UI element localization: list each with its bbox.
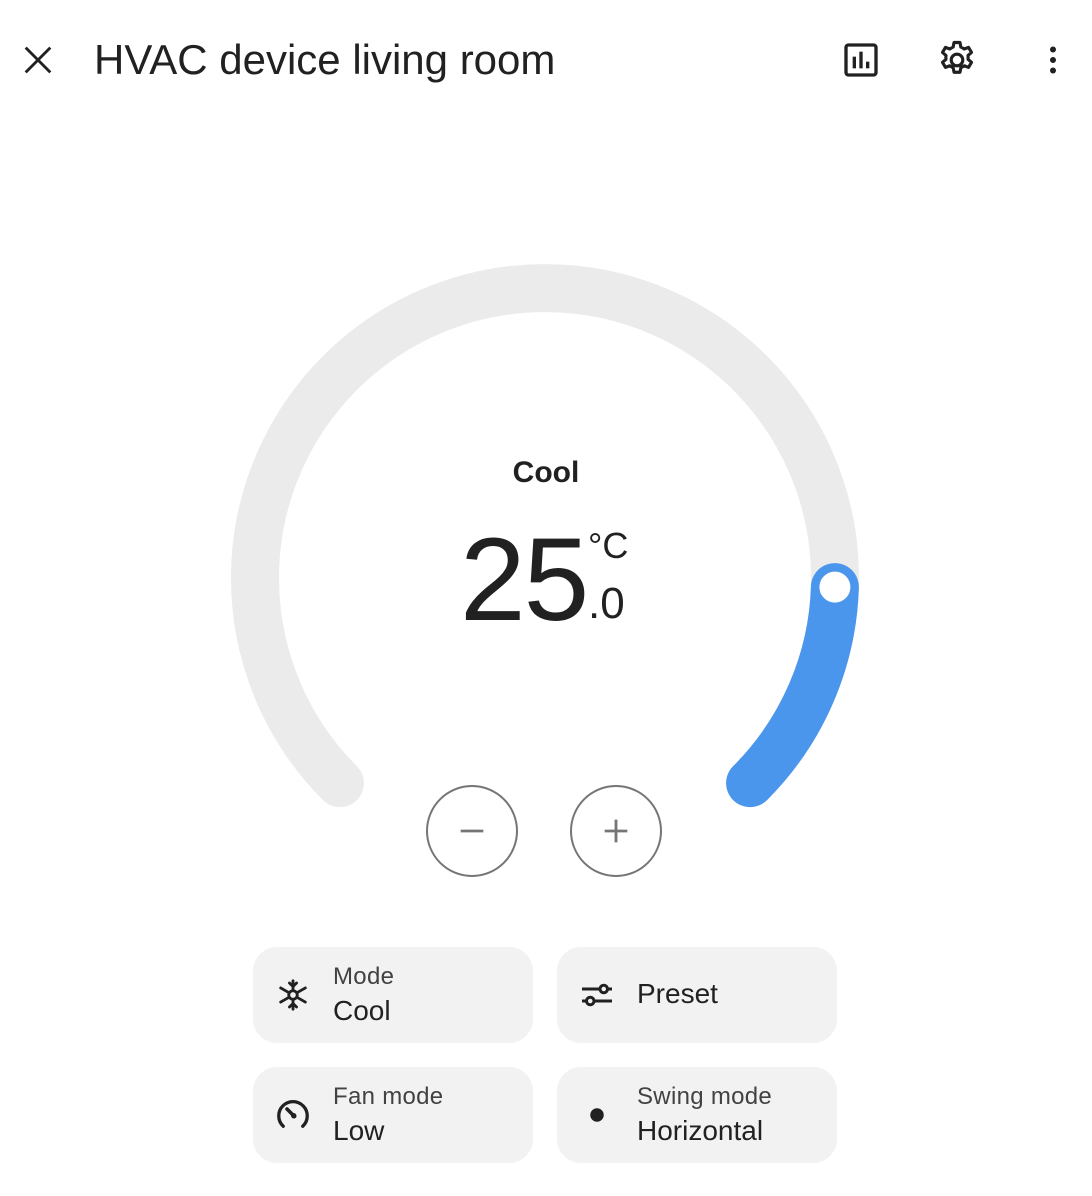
- tune-icon: [579, 977, 615, 1013]
- mode-value: Cool: [333, 995, 391, 1026]
- fan-mode-value: Low: [333, 1115, 385, 1146]
- setpoint-slider-handle[interactable]: [814, 566, 856, 608]
- preset-label: Preset: [637, 978, 718, 1009]
- swing-mode-value: Horizontal: [637, 1115, 764, 1146]
- minus-icon: [460, 829, 484, 833]
- swing-mode-control-tile[interactable]: Swing mode Horizontal: [557, 1067, 837, 1163]
- thermostat-active-arc: [726, 563, 859, 808]
- decrease-temperature-button[interactable]: [426, 785, 518, 877]
- target-temperature-value: 25: [460, 514, 589, 646]
- dot-icon: [579, 1097, 615, 1133]
- snowflake-icon: [275, 977, 311, 1013]
- preset-control-tile[interactable]: Preset: [557, 947, 837, 1043]
- hvac-action-label: Cool: [512, 456, 580, 489]
- thermostat-dial: Cool 25 °C .0: [0, 0, 1092, 920]
- increase-temperature-button[interactable]: [570, 785, 662, 877]
- mode-label: Mode: [333, 963, 395, 990]
- fan-speed-icon: [275, 1097, 311, 1133]
- fan-mode-control-tile[interactable]: Fan mode Low: [253, 1067, 533, 1163]
- target-temperature-decimal: .0: [588, 579, 625, 628]
- swing-mode-label: Swing mode: [637, 1083, 773, 1110]
- fan-mode-label: Fan mode: [333, 1083, 444, 1110]
- plus-icon: [604, 819, 628, 843]
- temperature-unit: °C: [588, 525, 629, 566]
- mode-control-tile[interactable]: Mode Cool: [253, 947, 533, 1043]
